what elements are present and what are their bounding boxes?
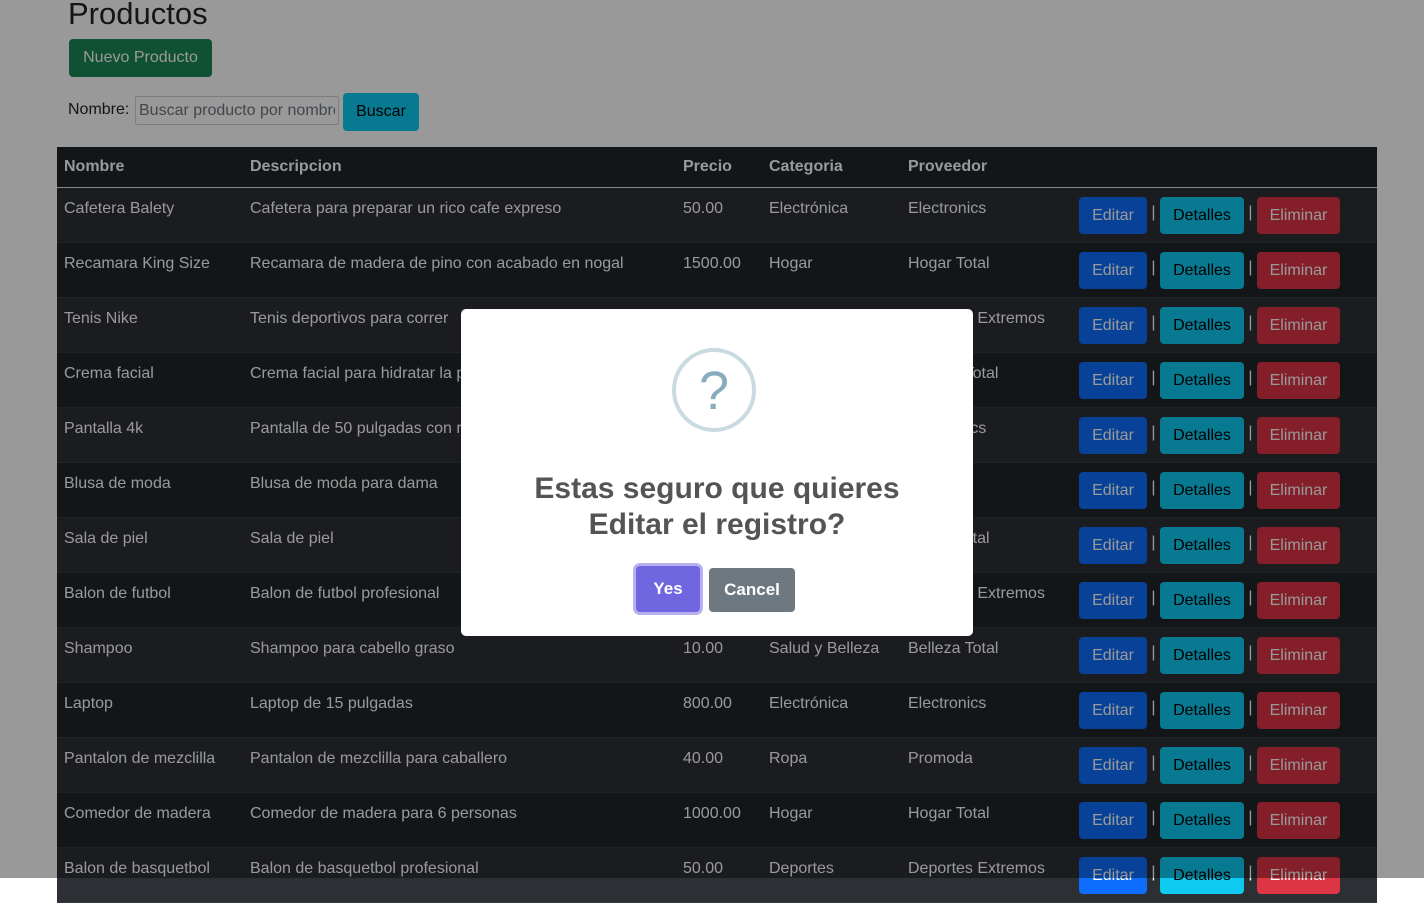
cancel-button[interactable]: Cancel — [709, 568, 795, 612]
dialog-title: Estas seguro que quieres Editar el regis… — [534, 472, 900, 541]
confirm-dialog: ? Estas seguro que quieres Editar el reg… — [461, 309, 973, 636]
confirm-yes-button[interactable]: Yes — [636, 566, 700, 612]
question-icon: ? — [672, 348, 756, 432]
page: Productos Nuevo Producto Nombre: Buscar … — [0, 0, 1424, 903]
